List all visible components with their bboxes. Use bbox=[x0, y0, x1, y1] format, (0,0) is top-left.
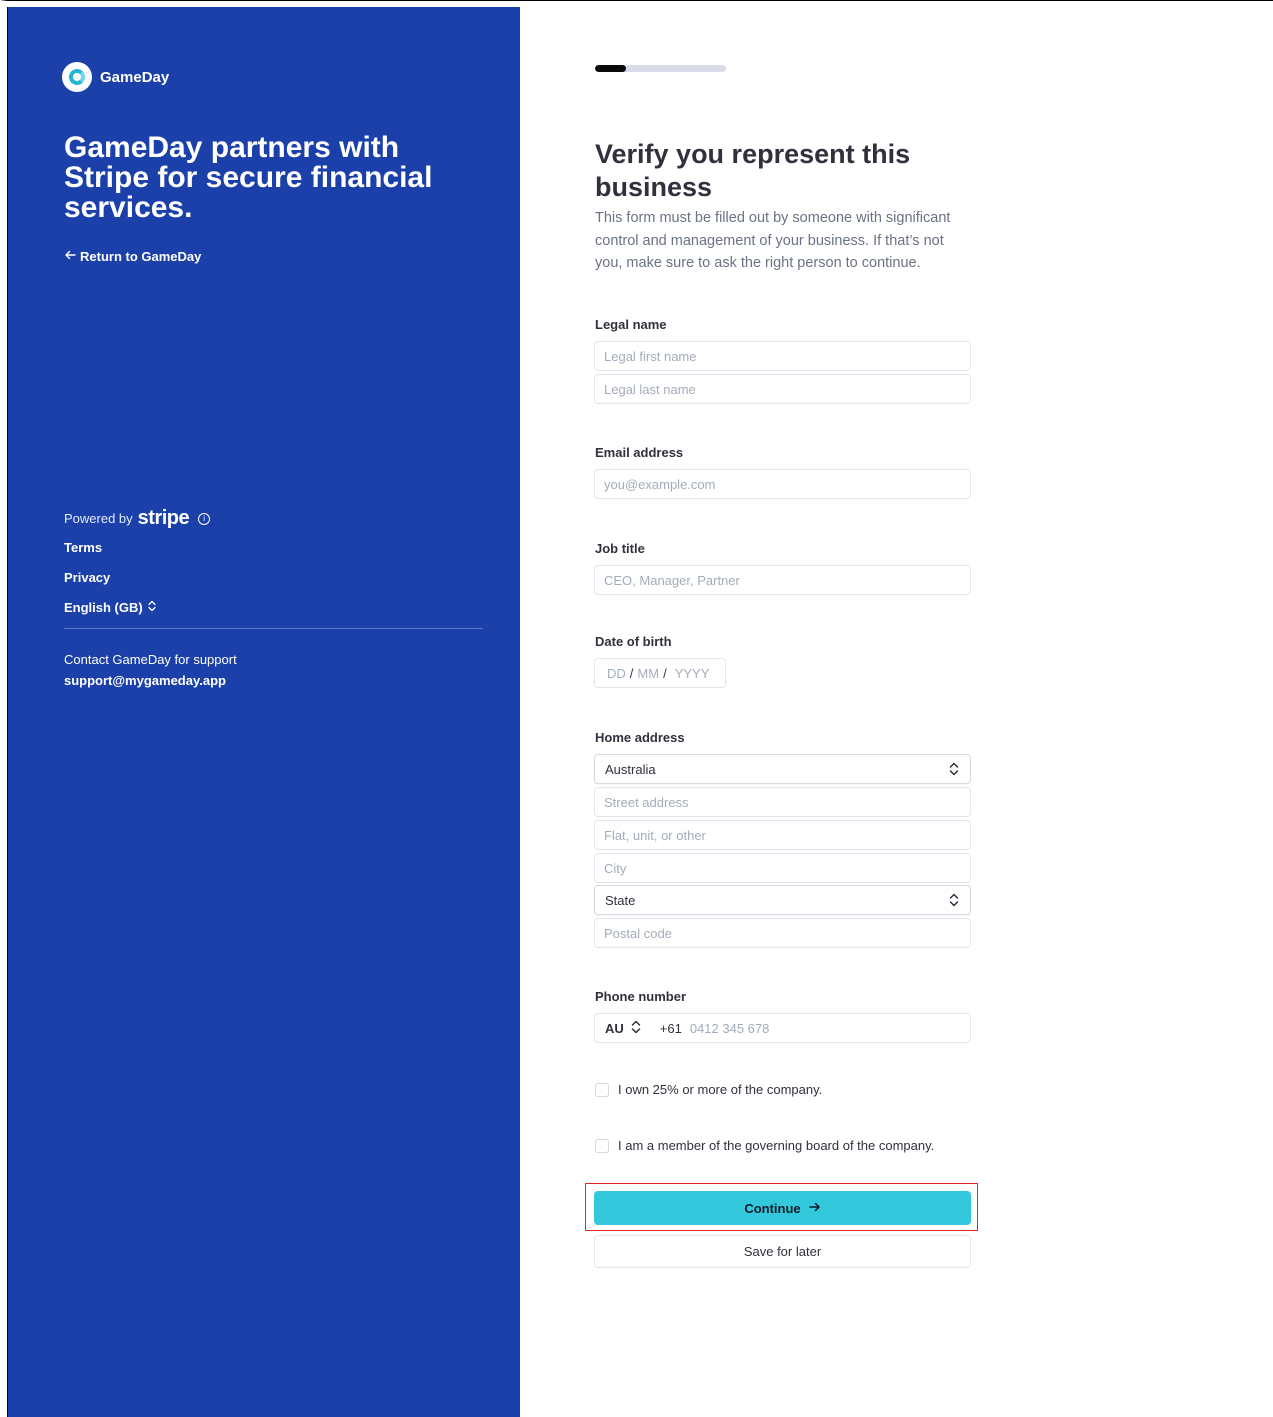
stripe-logo: stripe bbox=[137, 507, 190, 529]
postal-code-input[interactable] bbox=[594, 918, 971, 948]
chevron-updown-icon bbox=[948, 761, 960, 777]
info-icon[interactable]: i bbox=[198, 512, 211, 525]
page-subtitle: This form must be filled out by someone … bbox=[595, 210, 951, 271]
legal-name-label: Legal name bbox=[595, 317, 667, 332]
chevron-updown-icon bbox=[147, 600, 157, 615]
powered-by: Powered by stripe i bbox=[64, 507, 211, 530]
country-select[interactable]: Australia bbox=[594, 754, 971, 784]
phone-prefix: +61 bbox=[659, 1020, 682, 1036]
home-address-label: Home address bbox=[595, 730, 685, 745]
powered-by-label: Powered by bbox=[64, 511, 133, 526]
page-title: Verify you represent this business bbox=[595, 139, 911, 202]
language-selector[interactable]: English (GB) bbox=[64, 600, 157, 615]
email-label: Email address bbox=[595, 445, 684, 460]
arrow-left-icon bbox=[64, 249, 76, 264]
legal-first-name-input[interactable] bbox=[594, 341, 971, 371]
board-checkbox-row[interactable]: I am a member of the governing board of … bbox=[595, 1138, 934, 1153]
return-link-label: Return to GameDay bbox=[80, 249, 202, 264]
dob-year[interactable]: YYYY bbox=[675, 666, 710, 681]
owner-checkbox-row[interactable]: I own 25% or more of the company. bbox=[595, 1082, 822, 1097]
phone-country-code[interactable]: AU bbox=[605, 1021, 624, 1036]
state-select[interactable]: State bbox=[594, 885, 971, 915]
terms-link[interactable]: Terms bbox=[64, 540, 102, 555]
owner-checkbox[interactable] bbox=[595, 1082, 609, 1097]
footer-divider bbox=[64, 628, 483, 629]
street-address-input[interactable] bbox=[594, 787, 971, 817]
dob-separator: / bbox=[663, 665, 667, 681]
chevron-updown-icon bbox=[948, 892, 960, 908]
owner-checkbox-label: I own 25% or more of the company. bbox=[618, 1082, 823, 1097]
phone-label: Phone number bbox=[595, 989, 687, 1004]
flat-unit-input[interactable] bbox=[594, 820, 971, 850]
save-for-later-button[interactable]: Save for later bbox=[594, 1235, 971, 1268]
dob-separator: / bbox=[629, 665, 634, 681]
state-value: State bbox=[605, 892, 636, 908]
job-title-input[interactable] bbox=[594, 565, 971, 595]
continue-button[interactable]: Continue bbox=[594, 1191, 971, 1225]
country-value: Australia bbox=[605, 761, 656, 777]
privacy-link[interactable]: Privacy bbox=[64, 570, 110, 585]
headline: GameDay partners with Stripe for secure … bbox=[64, 131, 433, 224]
brand: GameDay bbox=[62, 62, 169, 92]
brand-name: GameDay bbox=[100, 68, 170, 86]
arrow-right-icon bbox=[808, 1201, 821, 1216]
dob-label: Date of birth bbox=[595, 634, 672, 649]
chevron-updown-icon[interactable] bbox=[630, 1019, 642, 1038]
return-link[interactable]: Return to GameDay bbox=[64, 249, 201, 264]
gameday-logo-icon bbox=[62, 62, 92, 92]
progress-bar bbox=[595, 65, 726, 72]
support-text: Contact GameDay for support bbox=[64, 652, 237, 667]
board-checkbox[interactable] bbox=[595, 1138, 609, 1153]
phone-field[interactable]: AU +61 0412 345 678 bbox=[594, 1013, 971, 1043]
continue-button-label: Continue bbox=[744, 1200, 801, 1216]
support-email-link[interactable]: support@mygameday.app bbox=[64, 673, 226, 688]
city-input[interactable] bbox=[594, 853, 971, 883]
board-checkbox-label: I am a member of the governing board of … bbox=[618, 1138, 935, 1153]
email-input[interactable] bbox=[594, 469, 971, 499]
job-title-label: Job title bbox=[595, 541, 645, 556]
legal-last-name-input[interactable] bbox=[594, 374, 971, 404]
left-panel: GameDay GameDay partners with Stripe for… bbox=[7, 7, 520, 1417]
progress-bar-fill bbox=[595, 65, 627, 72]
phone-number-input[interactable]: 0412 345 678 bbox=[690, 1021, 770, 1036]
dob-input[interactable]: DD / MM / YYYY bbox=[594, 658, 726, 688]
language-label: English (GB) bbox=[64, 600, 143, 615]
dob-month[interactable]: MM bbox=[637, 666, 659, 681]
dob-day[interactable]: DD bbox=[607, 666, 626, 681]
